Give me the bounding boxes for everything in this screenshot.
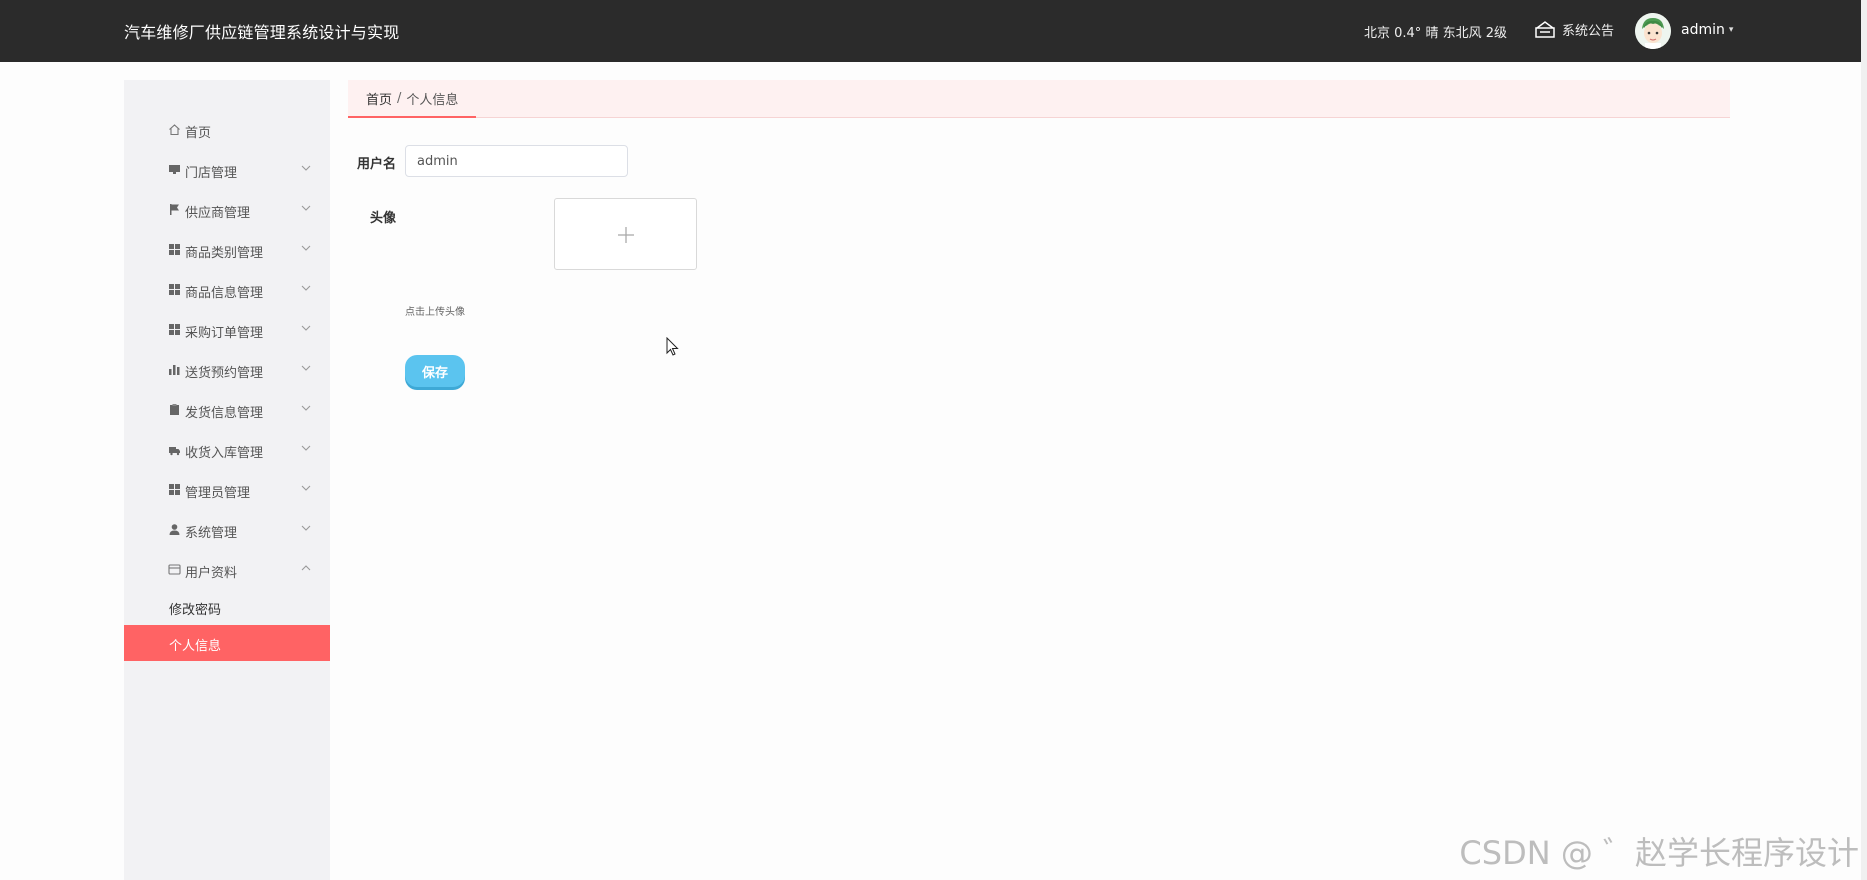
- chevron-down-icon: [301, 165, 311, 171]
- flag-icon: [168, 203, 181, 216]
- sidebar-item-home[interactable]: 首页: [124, 110, 330, 150]
- chevron-down-icon: [301, 245, 311, 251]
- avatar-image: [1635, 13, 1671, 49]
- announcement-icon: [1535, 21, 1555, 38]
- sidebar-item-product-categories[interactable]: 商品类别管理: [124, 230, 330, 270]
- upload-tip: 点击上传头像: [405, 307, 465, 318]
- app-title: 汽车维修厂供应链管理系统设计与实现: [124, 23, 400, 42]
- sidebar-item-label: 首页: [185, 126, 212, 141]
- breadcrumb-current: 个人信息: [406, 92, 459, 108]
- sidebar-item-administrators[interactable]: 管理员管理: [124, 470, 330, 510]
- user-avatar[interactable]: [1635, 13, 1671, 49]
- grid-icon: [168, 243, 181, 256]
- sidebar-item-receiving[interactable]: 收货入库管理: [124, 430, 330, 470]
- username-input[interactable]: [405, 145, 628, 177]
- plus-icon: [618, 227, 634, 243]
- sidebar-subitem-label: 个人信息: [169, 639, 222, 654]
- username-label: admin: [1681, 22, 1725, 38]
- sidebar-item-label: 送货预约管理: [185, 366, 264, 381]
- card-icon: [168, 563, 181, 576]
- mouse-cursor-icon: [666, 337, 679, 356]
- page-scrollbar[interactable]: [1861, 0, 1867, 880]
- breadcrumb: 首页 / 个人信息: [348, 80, 477, 118]
- watermark: CSDN @ ゛赵学长程序设计: [1459, 834, 1859, 872]
- avatar-upload-area[interactable]: [554, 198, 697, 270]
- sidebar-item-suppliers[interactable]: 供应商管理: [124, 190, 330, 230]
- sidebar-subitem-personal-info[interactable]: 个人信息: [124, 625, 330, 661]
- monitor-icon: [168, 163, 181, 176]
- sidebar-item-label: 商品类别管理: [185, 246, 264, 261]
- avatar-label: 头像: [370, 211, 397, 226]
- sidebar-item-user-profile[interactable]: 用户资料: [124, 550, 330, 590]
- sidebar-item-stores[interactable]: 门店管理: [124, 150, 330, 190]
- system-notice-button[interactable]: 系统公告: [1534, 19, 1614, 39]
- save-button[interactable]: 保存: [405, 355, 465, 387]
- caret-down-icon: ▾: [1728, 25, 1734, 35]
- clipboard-icon: [168, 403, 181, 416]
- grid-icon: [168, 483, 181, 496]
- chevron-down-icon: [301, 205, 311, 211]
- chevron-down-icon: [301, 365, 311, 371]
- chevron-down-icon: [301, 445, 311, 451]
- sidebar-subitem-change-password[interactable]: 修改密码: [124, 589, 330, 625]
- sidebar-item-purchase-orders[interactable]: 采购订单管理: [124, 310, 330, 350]
- chevron-down-icon: [301, 525, 311, 531]
- top-navbar: 汽车维修厂供应链管理系统设计与实现 北京 0.4° 晴 东北风 2级 系统公告 …: [0, 0, 1867, 62]
- chevron-down-icon: [301, 285, 311, 291]
- sidebar-item-delivery-appointments[interactable]: 送货预约管理: [124, 350, 330, 390]
- sidebar: 首页 门店管理 供应商管理 商品类别管理 商品信息管理 采购订单管理 送货预约管…: [124, 80, 330, 880]
- sidebar-item-product-info[interactable]: 商品信息管理: [124, 270, 330, 310]
- breadcrumb-separator: /: [397, 90, 402, 106]
- username-label: 用户名: [357, 157, 397, 172]
- sidebar-item-system[interactable]: 系统管理: [124, 510, 330, 550]
- chevron-up-icon: [301, 565, 311, 571]
- sidebar-item-label: 商品信息管理: [185, 286, 264, 301]
- breadcrumb-home-link[interactable]: 首页: [366, 89, 392, 108]
- user-icon: [168, 523, 181, 536]
- weather-info: 北京 0.4° 晴 东北风 2级: [1364, 26, 1507, 41]
- sidebar-item-label: 供应商管理: [185, 206, 251, 221]
- chevron-down-icon: [301, 325, 311, 331]
- bar-chart-icon: [168, 363, 181, 376]
- home-icon: [168, 123, 181, 136]
- sidebar-item-label: 用户资料: [185, 566, 238, 581]
- breadcrumb-bar: 首页 / 个人信息: [348, 80, 1730, 118]
- sidebar-item-shipping-info[interactable]: 发货信息管理: [124, 390, 330, 430]
- chevron-down-icon: [301, 485, 311, 491]
- user-menu-toggle[interactable]: admin ▾: [1681, 22, 1733, 38]
- chevron-down-icon: [301, 405, 311, 411]
- sidebar-item-label: 管理员管理: [185, 486, 251, 501]
- sidebar-item-label: 采购订单管理: [185, 326, 264, 341]
- grid-icon: [168, 323, 181, 336]
- system-notice-label: 系统公告: [1562, 23, 1615, 39]
- sidebar-item-label: 收货入库管理: [185, 446, 264, 461]
- truck-icon: [168, 443, 181, 456]
- sidebar-item-label: 门店管理: [185, 166, 238, 181]
- grid-icon: [168, 283, 181, 296]
- sidebar-subitem-label: 修改密码: [169, 603, 222, 618]
- sidebar-item-label: 系统管理: [185, 526, 238, 541]
- sidebar-item-label: 发货信息管理: [185, 406, 264, 421]
